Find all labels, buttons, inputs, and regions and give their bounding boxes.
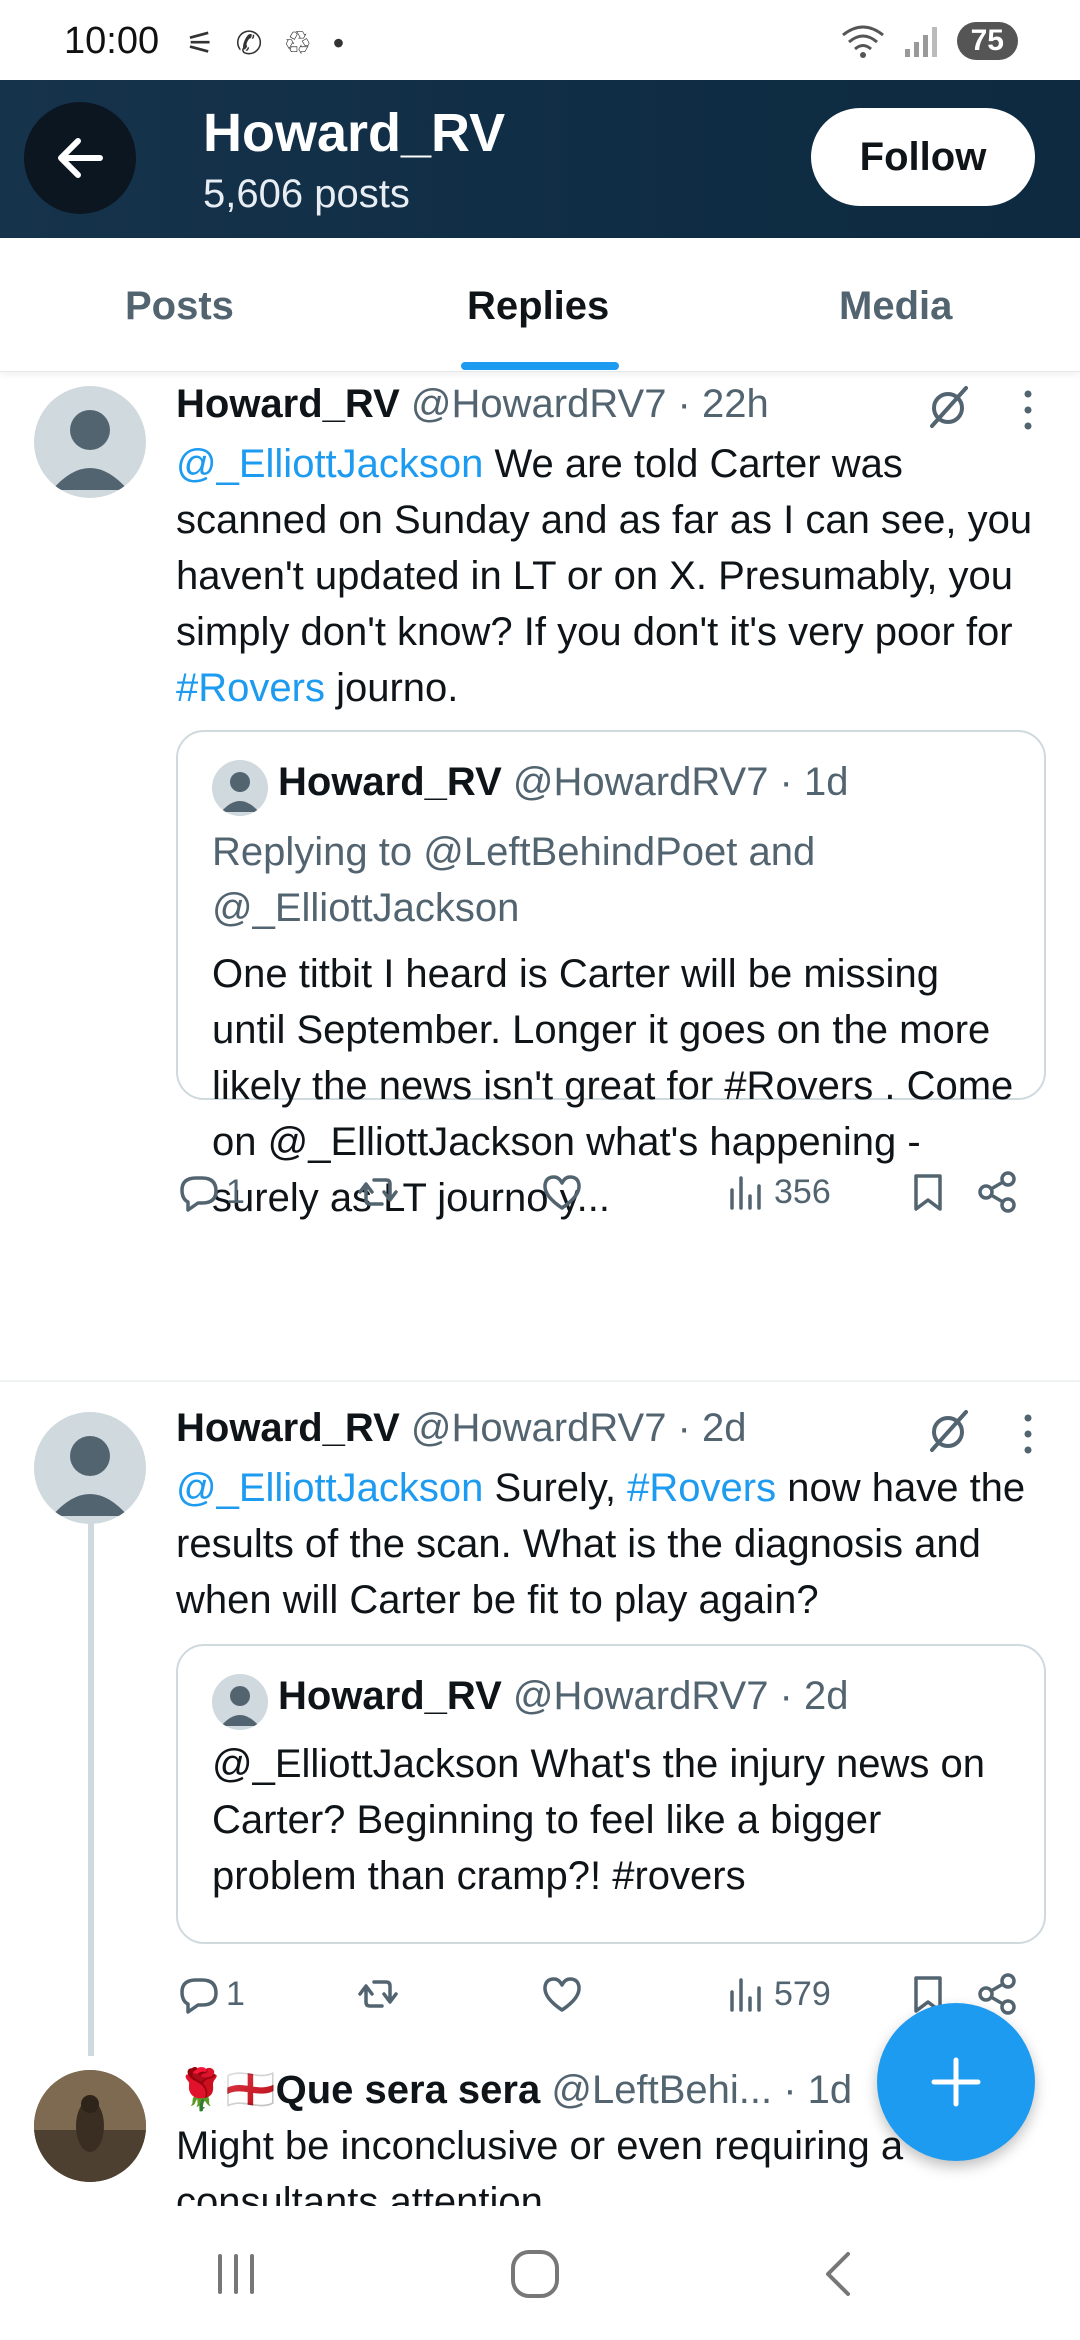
views-icon — [730, 1978, 761, 2012]
follow-button[interactable]: Follow — [811, 108, 1035, 206]
profile-header: Howard_RV 5,606 posts Follow — [0, 80, 1080, 238]
quote-header: Howard_RV @HowardRV7 · 2d — [278, 1674, 848, 1719]
grok-icon[interactable] — [924, 1406, 972, 1454]
mention-link[interactable]: @_ElliottJackson — [176, 442, 483, 486]
quoted-post[interactable]: Howard_RV @HowardRV7 · 2d @_ElliottJacks… — [176, 1644, 1046, 1944]
share-button[interactable] — [976, 1162, 1020, 1222]
notification-icons: ⚟ ✆ ♲ • — [186, 25, 351, 61]
arrow-left-icon — [58, 138, 103, 178]
author-handle-time: @HowardRV7 · 2d — [410, 1406, 747, 1450]
avatar[interactable] — [34, 1412, 146, 1524]
battery-indicator: 75 — [956, 22, 1018, 60]
views-button[interactable]: 356 — [724, 1162, 831, 1222]
compose-button[interactable] — [877, 2003, 1035, 2161]
quoted-post[interactable]: Howard_RV @HowardRV7 · 1d Replying to @L… — [176, 730, 1046, 1220]
quote-author-name: Howard_RV — [278, 1674, 502, 1718]
quote-header: Howard_RV @HowardRV7 · 1d — [278, 760, 848, 805]
reply-count: 1 — [226, 1172, 245, 1211]
post-time: · 1d — [783, 2068, 853, 2112]
quote-replying-to: Replying to @LeftBehindPoet and @_Elliot… — [212, 830, 816, 930]
status-right: 75 — [841, 22, 1018, 60]
active-tab-indicator — [461, 362, 619, 370]
hashtag-link[interactable]: #Rovers — [176, 666, 325, 710]
back-nav-icon[interactable] — [810, 2244, 870, 2304]
reply-count: 1 — [226, 1974, 245, 2013]
repost-button[interactable] — [356, 1964, 400, 2024]
post-text-part: journo. — [324, 666, 459, 710]
share-icon — [978, 1171, 1016, 1213]
post-text: @_ElliottJackson We are told Carter was … — [176, 436, 1056, 716]
tab-posts[interactable]: Posts — [125, 284, 234, 329]
bookmark-icon — [914, 1174, 942, 1211]
reply-post[interactable]: Howard_RV @HowardRV7 · 22h @_ElliottJack… — [0, 372, 1080, 1380]
recent-apps-icon[interactable] — [206, 2244, 266, 2304]
quote-handle-time: @HowardRV7 · 2d — [512, 1674, 849, 1718]
quote-avatar — [212, 760, 268, 816]
quote-avatar — [212, 1674, 268, 1730]
views-icon — [730, 1176, 761, 1210]
avatar[interactable] — [34, 2070, 146, 2182]
home-icon[interactable] — [505, 2244, 565, 2304]
reply-post[interactable]: Howard_RV @HowardRV7 · 2d @_ElliottJacks… — [0, 1382, 1080, 2066]
hashtag-link[interactable]: #Rovers — [627, 1466, 776, 1510]
thread-line — [88, 1522, 94, 2056]
back-button[interactable] — [24, 102, 136, 214]
author-handle-time: @HowardRV7 · 22h — [410, 382, 769, 426]
post-actions: 1 356 — [176, 1162, 1056, 1222]
post-header: Howard_RV @HowardRV7 · 2d — [176, 1406, 746, 1451]
header-posts-count: 5,606 posts — [203, 172, 410, 216]
status-bar: 10:00 ⚟ ✆ ♲ • 75 — [0, 0, 1080, 80]
like-button[interactable] — [540, 1964, 584, 2024]
like-button[interactable] — [540, 1162, 584, 1222]
post-text: @_ElliottJackson Surely, #Rovers now hav… — [176, 1460, 1056, 1628]
reply-icon — [180, 1978, 218, 2014]
quote-text: @_ElliottJackson What's the injury news … — [212, 1742, 986, 1898]
post-header: Howard_RV @HowardRV7 · 22h — [176, 382, 769, 427]
author-handle: @LeftBehi... — [551, 2068, 773, 2112]
plus-icon — [931, 2057, 981, 2107]
mention-link[interactable]: @_ElliottJackson — [176, 1466, 483, 1510]
wifi-icon — [841, 25, 884, 58]
more-vertical-icon[interactable] — [1020, 1412, 1036, 1460]
post-header: 🌹🏴󠁧󠁢󠁥󠁮󠁧󠁿Que sera sera @LeftBehi... · 1d — [176, 2066, 852, 2113]
views-count: 356 — [774, 1172, 831, 1211]
author-name[interactable]: 🌹🏴󠁧󠁢󠁥󠁮󠁧󠁿Que sera sera — [176, 2068, 540, 2112]
status-time: 10:00 — [64, 20, 160, 62]
signal-icon — [904, 27, 937, 57]
bookmark-button[interactable] — [906, 1162, 950, 1222]
repost-icon — [358, 1178, 398, 1206]
heart-icon — [543, 1977, 581, 2012]
author-name[interactable]: Howard_RV — [176, 382, 400, 426]
quote-author-name: Howard_RV — [278, 760, 502, 804]
repost-icon — [358, 1980, 398, 2008]
reply-button[interactable]: 1 — [176, 1964, 245, 2024]
grok-icon[interactable] — [924, 382, 972, 430]
quote-handle-time: @HowardRV7 · 1d — [512, 760, 849, 804]
profile-tabs: Posts Replies Media — [0, 238, 1080, 372]
author-name[interactable]: Howard_RV — [176, 1406, 400, 1450]
avatar[interactable] — [34, 386, 146, 498]
more-vertical-icon[interactable] — [1020, 388, 1036, 436]
heart-icon — [543, 1175, 581, 1210]
header-profile-name: Howard_RV — [203, 103, 506, 163]
tab-media[interactable]: Media — [839, 284, 952, 329]
tab-replies[interactable]: Replies — [467, 284, 609, 329]
reply-button[interactable]: 1 — [176, 1162, 245, 1222]
reply-icon — [180, 1176, 218, 1212]
views-button[interactable]: 579 — [724, 1964, 831, 2024]
views-count: 579 — [774, 1974, 831, 2013]
post-text-part: Surely, — [483, 1466, 628, 1510]
system-nav-bar — [0, 2206, 1080, 2340]
repost-button[interactable] — [356, 1162, 400, 1222]
